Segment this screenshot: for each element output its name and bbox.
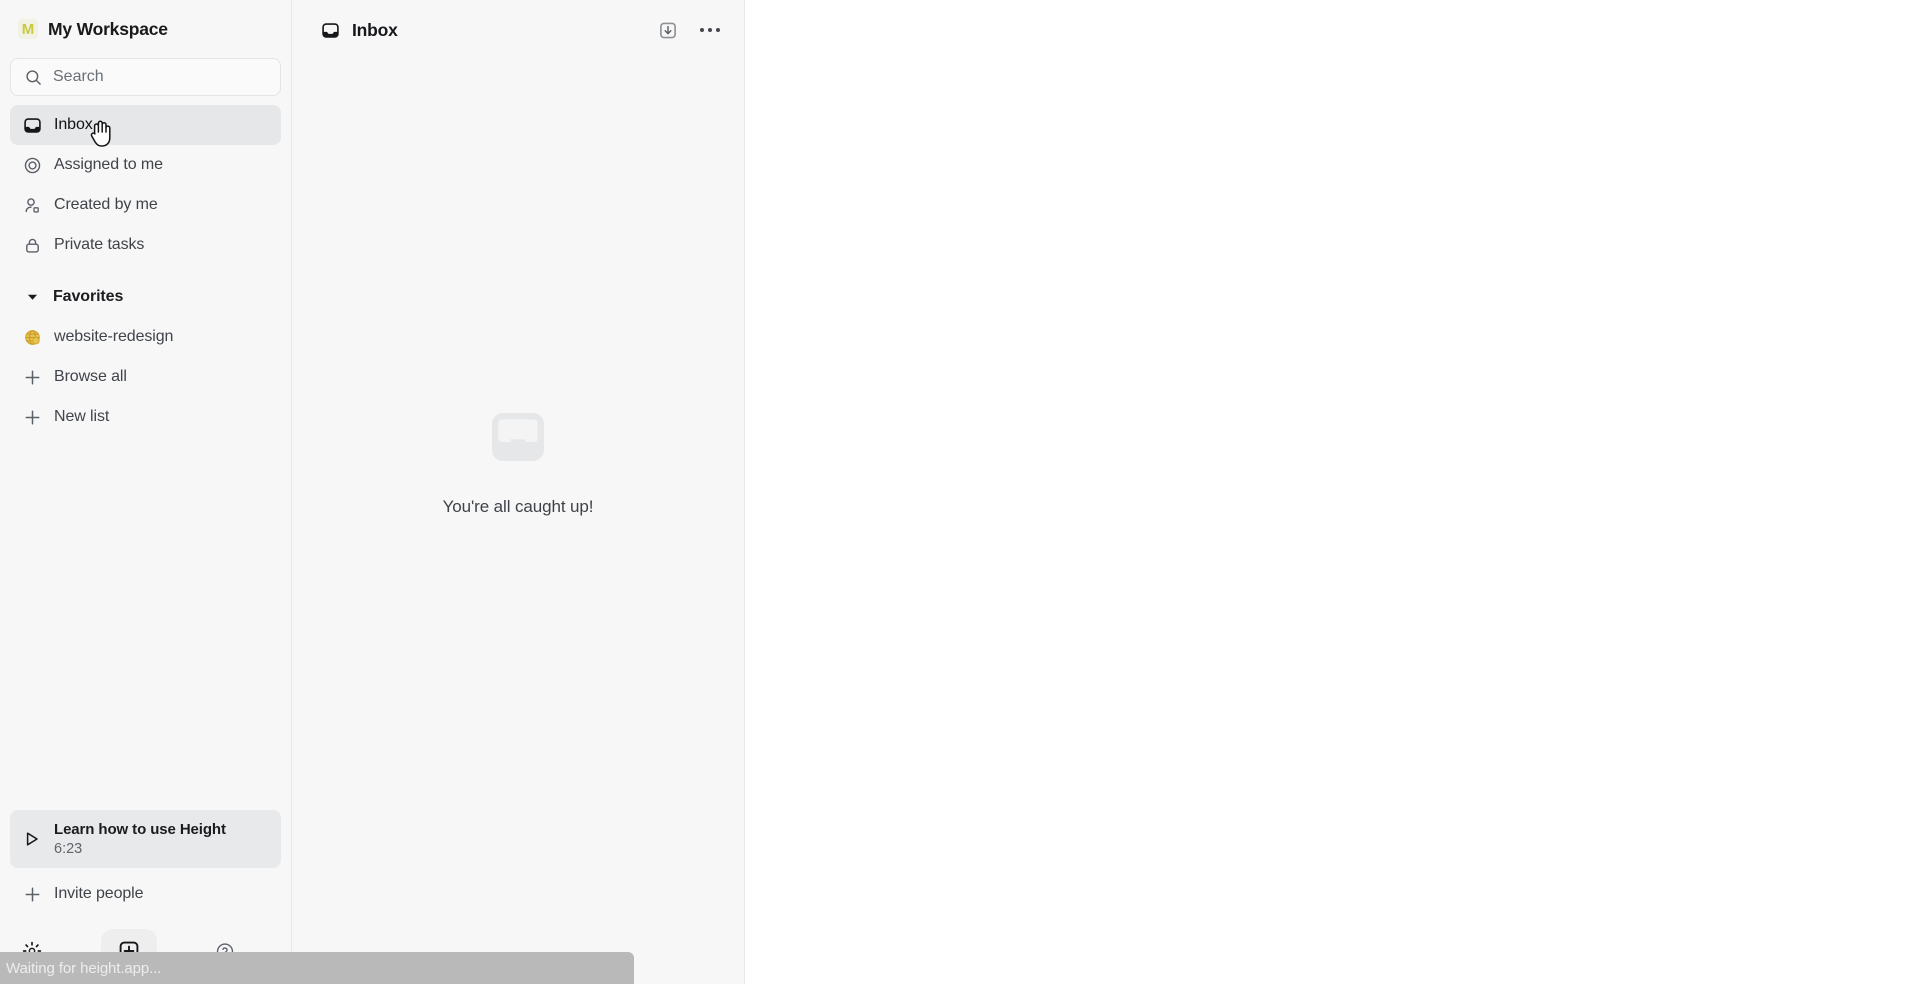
sidebar-item-created-by-me[interactable]: Created by me: [10, 185, 281, 225]
learn-card-text: Learn how to use Height 6:23: [54, 821, 226, 857]
sidebar-item-label: Assigned to me: [54, 156, 163, 173]
sidebar-nav: Inbox Assigned to me Created by me Priva…: [0, 96, 291, 437]
content-area: [745, 0, 1920, 984]
learn-how-to-use-height-card[interactable]: Learn how to use Height 6:23: [10, 810, 281, 868]
browse-all-button[interactable]: Browse all: [10, 357, 281, 397]
inbox-icon: [22, 115, 42, 135]
inbox-icon: [320, 20, 340, 40]
sidebar-item-private-tasks[interactable]: Private tasks: [10, 225, 281, 265]
browse-all-label: Browse all: [54, 368, 127, 385]
inbox-empty-message: You're all caught up!: [442, 496, 594, 516]
workspace-logo: M: [18, 19, 38, 39]
globe-icon: [22, 327, 42, 347]
target-icon: [22, 155, 42, 175]
invite-people-button[interactable]: Invite people: [10, 874, 281, 914]
new-list-button[interactable]: New list: [10, 397, 281, 437]
search-placeholder: Search: [53, 68, 104, 85]
sidebar-item-label: website-redesign: [54, 328, 174, 345]
sidebar-item-website-redesign[interactable]: website-redesign: [10, 317, 281, 357]
invite-section: Invite people: [0, 874, 291, 918]
workspace-name: My Workspace: [48, 18, 168, 39]
search-input[interactable]: Search: [10, 58, 281, 96]
plus-icon: [22, 407, 42, 427]
favorites-section-header[interactable]: Favorites: [10, 277, 281, 317]
person-icon: [22, 195, 42, 215]
workspace-header[interactable]: M My Workspace: [0, 0, 291, 58]
inbox-panel-actions: [658, 20, 720, 40]
sidebar-item-assigned-to-me[interactable]: Assigned to me: [10, 145, 281, 185]
plus-icon: [22, 367, 42, 387]
invite-people-label: Invite people: [54, 885, 144, 902]
search-container: Search: [0, 58, 291, 96]
sidebar-item-inbox[interactable]: Inbox: [10, 105, 281, 145]
page-title: Inbox: [352, 19, 398, 40]
plus-icon: [22, 884, 42, 904]
more-horizontal-icon[interactable]: [700, 28, 720, 32]
sidebar: M My Workspace Search Inbox Assigned to …: [0, 0, 292, 984]
chevron-down-icon: [22, 293, 42, 301]
new-list-label: New list: [54, 408, 110, 425]
sidebar-item-label: Private tasks: [54, 236, 145, 253]
sidebar-item-label: Created by me: [54, 196, 158, 213]
sidebar-item-label: Inbox: [54, 116, 93, 133]
inbox-panel: Inbox You're all caught up!: [292, 0, 745, 984]
app-root: M My Workspace Search Inbox Assigned to …: [0, 0, 1920, 984]
inbox-empty-icon: [489, 408, 547, 471]
status-bar: Waiting for height.app...: [0, 952, 634, 984]
favorites-label: Favorites: [53, 288, 124, 305]
inbox-panel-header: Inbox: [292, 0, 744, 60]
download-box-icon[interactable]: [658, 20, 678, 40]
search-icon: [23, 67, 43, 87]
status-bar-text: Waiting for height.app...: [6, 959, 162, 977]
play-icon: [22, 829, 42, 849]
inbox-empty-state: You're all caught up!: [292, 60, 744, 984]
learn-card-duration: 6:23: [54, 841, 83, 857]
learn-card-title: Learn how to use Height: [54, 821, 226, 838]
lock-icon: [22, 235, 42, 255]
